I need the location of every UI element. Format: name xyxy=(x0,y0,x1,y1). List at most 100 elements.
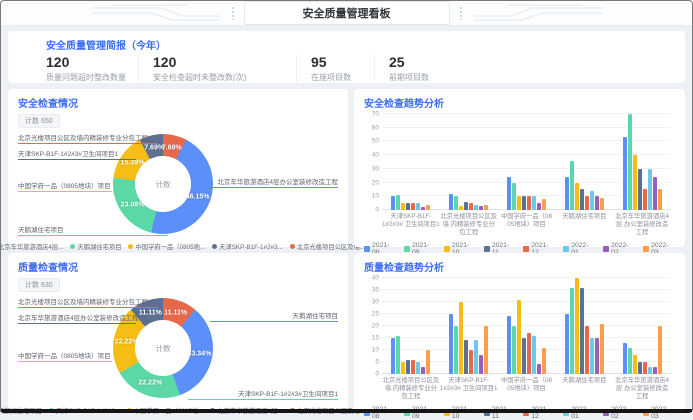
bar[interactable] xyxy=(595,196,599,210)
y-axis-tick: 60 xyxy=(372,124,379,131)
legend-item[interactable]: 天津SKP-B1F-1#2#3... xyxy=(212,242,283,251)
bar[interactable] xyxy=(527,196,531,210)
bar[interactable] xyxy=(474,340,478,374)
bar[interactable] xyxy=(643,189,647,210)
bar[interactable] xyxy=(542,199,546,210)
bar[interactable] xyxy=(484,205,488,210)
bar[interactable] xyxy=(575,183,579,210)
bar[interactable] xyxy=(479,355,483,374)
bar[interactable] xyxy=(600,324,604,374)
bar[interactable] xyxy=(484,326,488,374)
bar[interactable] xyxy=(454,326,458,374)
bar[interactable] xyxy=(517,196,521,210)
count-tag[interactable]: 计数 650 xyxy=(18,114,60,128)
bar[interactable] xyxy=(449,314,453,374)
bar[interactable] xyxy=(522,196,526,210)
y-axis-tick: 50 xyxy=(372,138,379,145)
quality-donut-chart: 11.11%33.34%22.22%22.22%11.11%计数北京光楼项目公区… xyxy=(18,294,338,402)
bar[interactable] xyxy=(628,348,632,374)
legend-item[interactable]: 天津SKP-B1F-1#2#3... xyxy=(49,406,120,415)
legend-item[interactable]: 中国学府一品（0805地... xyxy=(127,406,204,415)
bar[interactable] xyxy=(464,340,468,374)
bar[interactable] xyxy=(459,302,463,374)
bar[interactable] xyxy=(454,196,458,210)
bar[interactable] xyxy=(396,195,400,210)
bar[interactable] xyxy=(416,362,420,374)
bar[interactable] xyxy=(411,203,415,210)
bar[interactable] xyxy=(565,177,569,210)
legend-swatch-icon xyxy=(523,246,529,252)
bar[interactable] xyxy=(580,288,584,374)
bar[interactable] xyxy=(575,278,579,374)
bar[interactable] xyxy=(479,206,483,210)
bar[interactable] xyxy=(532,336,536,374)
bar[interactable] xyxy=(638,362,642,374)
bar[interactable] xyxy=(469,350,473,374)
bar[interactable] xyxy=(532,196,536,210)
bar[interactable] xyxy=(580,189,584,210)
bar[interactable] xyxy=(507,316,511,374)
bar[interactable] xyxy=(507,177,511,210)
bar[interactable] xyxy=(590,191,594,210)
bar[interactable] xyxy=(391,338,395,374)
bar[interactable] xyxy=(411,360,415,374)
legend-item[interactable]: 北京车华旅游酒店4层... xyxy=(0,242,63,251)
legend-item[interactable]: 天鹅湖住宅项目 xyxy=(0,406,42,415)
quality-inspection-pie-card: 质量检查情况 计数 630 11.11%33.34%22.22%22.22%11… xyxy=(8,253,348,411)
bar[interactable] xyxy=(623,343,627,374)
bar[interactable] xyxy=(401,203,405,210)
bar[interactable] xyxy=(469,203,473,210)
bar[interactable] xyxy=(459,206,463,210)
bar[interactable] xyxy=(658,326,662,374)
bar[interactable] xyxy=(570,161,574,210)
legend-item[interactable]: 北京车华旅游酒店4层... xyxy=(210,406,282,415)
legend-item[interactable]: 天鹅湖住宅项目 xyxy=(70,242,121,251)
legend-dot-icon xyxy=(212,244,217,249)
legend-item[interactable]: 中国学府一品（0805地... xyxy=(128,242,205,251)
bar[interactable] xyxy=(648,367,652,374)
bar[interactable] xyxy=(426,350,430,374)
bar[interactable] xyxy=(570,288,574,374)
bar[interactable] xyxy=(474,205,478,210)
bar[interactable] xyxy=(522,338,526,374)
bar[interactable] xyxy=(421,367,425,374)
bar[interactable] xyxy=(517,300,521,374)
bar[interactable] xyxy=(512,326,516,374)
bar-plot-area: 010203040506070 xyxy=(382,114,671,210)
bar[interactable] xyxy=(449,194,453,210)
bar[interactable] xyxy=(648,169,652,210)
bar[interactable] xyxy=(585,326,589,374)
bar[interactable] xyxy=(401,362,405,374)
bar[interactable] xyxy=(638,169,642,210)
stat-value: 120 xyxy=(46,55,138,70)
bar[interactable] xyxy=(391,196,395,210)
bar[interactable] xyxy=(426,205,430,210)
bar[interactable] xyxy=(658,189,662,210)
bar[interactable] xyxy=(512,183,516,210)
x-axis-label: 北京光楼项目公区及墙 内精装修专业分包工程 xyxy=(440,213,498,238)
bar[interactable] xyxy=(537,203,541,210)
bar[interactable] xyxy=(633,155,637,210)
bar[interactable] xyxy=(421,207,425,210)
bar[interactable] xyxy=(396,336,400,374)
bar[interactable] xyxy=(406,203,410,210)
bar[interactable] xyxy=(416,203,420,210)
slice-percent-label: 11.11% xyxy=(164,310,187,317)
bar[interactable] xyxy=(595,338,599,374)
bar[interactable] xyxy=(542,348,546,374)
bar[interactable] xyxy=(565,314,569,374)
bar[interactable] xyxy=(628,114,632,210)
bar[interactable] xyxy=(590,338,594,374)
bar[interactable] xyxy=(653,367,657,374)
bar[interactable] xyxy=(464,202,468,210)
bar[interactable] xyxy=(600,198,604,210)
bar[interactable] xyxy=(623,137,627,210)
bar[interactable] xyxy=(537,364,541,374)
bar[interactable] xyxy=(633,355,637,374)
bar[interactable] xyxy=(406,360,410,374)
bar[interactable] xyxy=(653,177,657,210)
bar[interactable] xyxy=(527,333,531,374)
count-tag[interactable]: 计数 630 xyxy=(18,278,60,292)
bar[interactable] xyxy=(585,196,589,210)
bar[interactable] xyxy=(643,362,647,374)
